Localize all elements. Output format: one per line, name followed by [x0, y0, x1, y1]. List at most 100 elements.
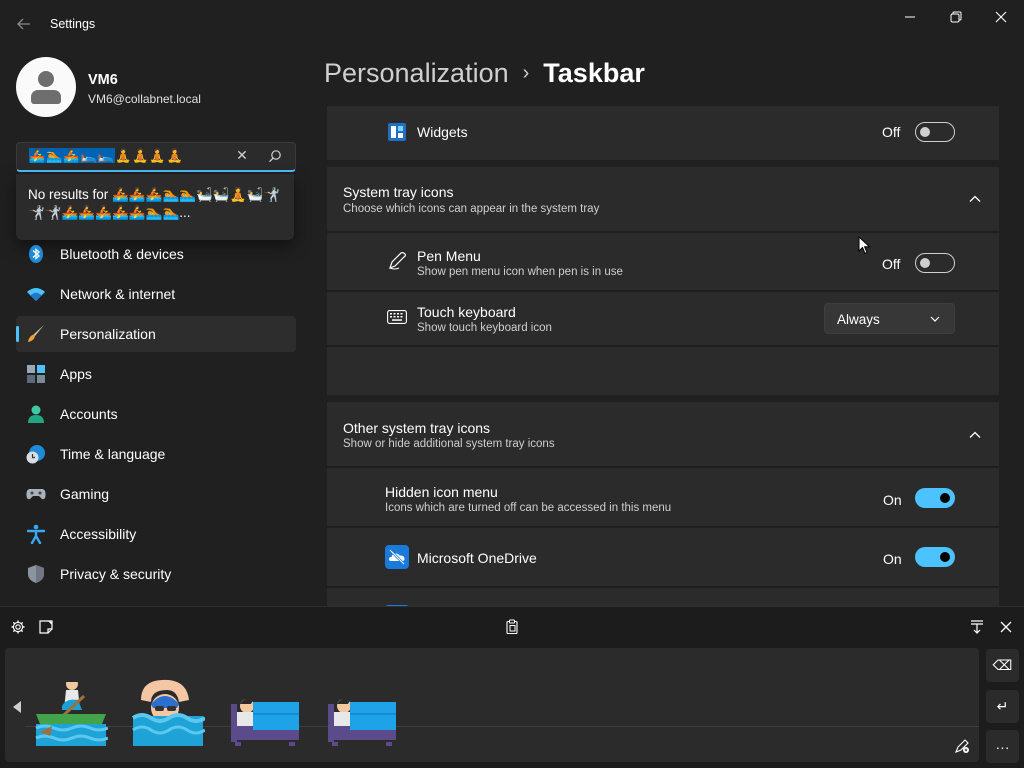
- divider: [327, 586, 999, 588]
- apps-icon: [26, 364, 46, 384]
- more-icon: ···: [995, 738, 1010, 755]
- search-input[interactable]: 🚣🏊🚣🛌🛌🧘🧘🧘🧘: [29, 148, 229, 164]
- nav-label-network: Network & internet: [60, 286, 176, 302]
- clear-search-button[interactable]: ✕: [231, 147, 253, 167]
- touch-keyboard-dropdown-value: Always: [837, 312, 880, 327]
- backspace-icon: ⌫: [992, 657, 1013, 673]
- person-in-bed-emoji[interactable]: [324, 670, 400, 746]
- onedrive-icon: [385, 545, 409, 569]
- breadcrumb: Personalization › Taskbar: [324, 58, 645, 89]
- chevron-up-icon[interactable]: [967, 427, 983, 443]
- system-tray-subtitle: Choose which icons can appear in the sys…: [343, 203, 600, 215]
- accessibility-icon: [26, 524, 46, 545]
- hidden-icon-menu-description: Icons which are turned off can be access…: [385, 502, 672, 514]
- nav-item-personalization[interactable]: Personalization: [16, 316, 296, 352]
- avatar-body: [31, 90, 61, 104]
- nav-item-apps[interactable]: Apps: [16, 356, 296, 392]
- search-icon[interactable]: [267, 148, 289, 168]
- breadcrumb-parent[interactable]: Personalization: [324, 58, 509, 88]
- page-title: Taskbar: [543, 58, 645, 88]
- nav-label-privacy: Privacy & security: [60, 566, 172, 582]
- onedrive-toggle-state: On: [883, 551, 902, 567]
- wifi-icon: [26, 284, 46, 304]
- keyboard-layout-icon[interactable]: [969, 619, 987, 637]
- mouse-pointer-icon: [858, 235, 872, 256]
- user-email: VM6@collabnet.local: [88, 92, 201, 106]
- globe-clock-icon: [26, 444, 46, 464]
- onedrive-toggle[interactable]: [915, 547, 955, 567]
- divider: [327, 290, 999, 292]
- scroll-left-arrow-icon[interactable]: [11, 700, 23, 714]
- bluetooth-icon: [26, 244, 46, 264]
- nav-item-bluetooth-devices[interactable]: Bluetooth & devices: [16, 236, 296, 272]
- chevron-down-icon: [929, 312, 941, 326]
- touch-keyboard-dropdown[interactable]: Always: [824, 303, 955, 334]
- search-results-flyout: No results for 🚣🚣🚣🏊🏊🛀🛀🧘🛀🤺🤺🤺🚣🚣🚣🚣🚣🏊🏊...: [16, 174, 294, 240]
- clipboard-icon[interactable]: [504, 619, 522, 637]
- onedrive-label: Microsoft OneDrive: [417, 550, 537, 566]
- breadcrumb-chevron-icon: ›: [522, 62, 530, 84]
- pen-menu-toggle[interactable]: [915, 253, 955, 273]
- divider: [327, 526, 999, 528]
- nav-label-accounts: Accounts: [60, 406, 118, 422]
- pen-menu-description: Show pen menu icon when pen is in use: [417, 266, 623, 278]
- account-icon: [26, 404, 46, 424]
- nav-item-time-language[interactable]: Time & language: [16, 436, 296, 472]
- enter-icon: ↵: [996, 698, 1009, 714]
- avatar[interactable]: [16, 57, 76, 117]
- gear-icon[interactable]: [10, 619, 28, 637]
- nav-label-apps: Apps: [60, 366, 92, 382]
- system-tray-title: System tray icons: [343, 184, 454, 200]
- user-name: VM6: [88, 72, 118, 88]
- pen-menu-toggle-state: Off: [882, 256, 901, 272]
- other-tray-title: Other system tray icons: [343, 420, 491, 436]
- handwriting-pen-icon[interactable]: [954, 738, 970, 754]
- emoji-sticker-icon[interactable]: [38, 619, 56, 637]
- nav-item-accessibility[interactable]: Accessibility: [16, 516, 296, 552]
- nav-item-privacy-security[interactable]: Privacy & security: [16, 556, 296, 592]
- widgets-toggle[interactable]: [915, 122, 955, 142]
- touch-keyboard-label: Touch keyboard: [417, 304, 516, 320]
- restore-button[interactable]: [933, 6, 979, 28]
- no-results-message: No results for 🚣🚣🚣🏊🏊🛀🛀🧘🛀🤺🤺🤺🚣🚣🚣🚣🚣🏊🏊...: [28, 186, 283, 222]
- keyboard-icon: [387, 309, 407, 325]
- nav-label-bluetooth: Bluetooth & devices: [60, 246, 184, 262]
- nav-item-network-internet[interactable]: Network & internet: [16, 276, 296, 312]
- divider: [327, 231, 999, 233]
- system-tray-header[interactable]: System tray icons Choose which icons can…: [327, 167, 999, 231]
- nav-item-gaming[interactable]: Gaming: [16, 476, 296, 512]
- more-options-key[interactable]: ···: [986, 730, 1019, 763]
- hidden-icon-menu-toggle[interactable]: [915, 488, 955, 508]
- close-icon[interactable]: [998, 619, 1016, 637]
- touch-keyboard-description: Show touch keyboard icon: [417, 322, 552, 334]
- other-tray-header[interactable]: Other system tray icons Show or hide add…: [327, 402, 999, 466]
- nav-item-accounts[interactable]: Accounts: [16, 396, 296, 432]
- person-in-bed-emoji[interactable]: [227, 670, 303, 746]
- emoji-results-pane: [5, 648, 979, 762]
- chevron-up-icon[interactable]: [967, 191, 983, 207]
- settings-search-box[interactable]: 🚣🏊🚣🛌🛌🧘🧘🧘🧘 ✕: [16, 142, 296, 172]
- nav-label-personalization: Personalization: [60, 326, 156, 342]
- pen-menu-label: Pen Menu: [417, 248, 481, 264]
- enter-key[interactable]: ↵: [986, 690, 1019, 723]
- nav-label-time-language: Time & language: [60, 446, 166, 462]
- title-bar: Settings: [0, 0, 1024, 48]
- backspace-key[interactable]: ⌫: [986, 649, 1019, 682]
- touch-keyboard-panel: ⌫ ↵ ···: [0, 606, 1024, 768]
- widgets-card: Widgets Off: [327, 106, 999, 160]
- close-button[interactable]: [978, 6, 1024, 28]
- shield-icon: [26, 564, 46, 584]
- nav-label-gaming: Gaming: [60, 486, 110, 502]
- widgets-toggle-state: Off: [882, 124, 901, 140]
- minimize-button[interactable]: [887, 6, 933, 28]
- other-tray-subtitle: Show or hide additional system tray icon…: [343, 438, 555, 450]
- divider: [327, 466, 999, 468]
- avatar-head: [38, 71, 54, 87]
- back-arrow-icon[interactable]: [14, 14, 34, 34]
- window-title: Settings: [50, 17, 96, 31]
- person-rowing-boat-emoji[interactable]: [32, 670, 109, 746]
- widgets-label: Widgets: [417, 124, 468, 140]
- person-swimming-emoji[interactable]: [129, 670, 207, 746]
- search-selected-text: 🚣🏊🚣🛌🛌: [29, 148, 115, 163]
- widgets-icon: [388, 123, 406, 141]
